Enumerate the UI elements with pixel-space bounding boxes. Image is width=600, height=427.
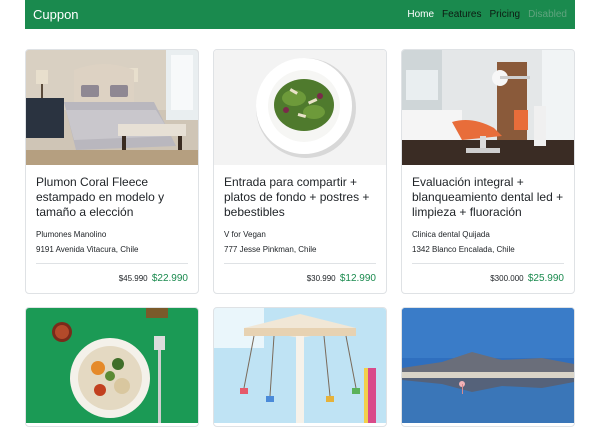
vendor-address: 1342 Blanco Encalada, Chile xyxy=(412,245,515,254)
food-bowl-photo[interactable] xyxy=(26,308,198,423)
brand-logo[interactable]: Cuppon xyxy=(33,7,399,22)
deal-title[interactable]: Plumon Coral Fleece estampado en modelo … xyxy=(36,175,188,222)
vendor-name: Plumones Manolino xyxy=(36,230,107,239)
navbar: Cuppon Home Features Pricing Disabled xyxy=(25,0,575,29)
nav-link-disabled: Disabled xyxy=(528,9,567,20)
discount-price: $25.990 xyxy=(527,273,564,284)
discount-price: $12.990 xyxy=(339,273,376,284)
vendor-name: Clinica dental Quijada xyxy=(412,230,490,239)
original-price: $30.990 xyxy=(306,274,336,283)
lake-landscape-photo[interactable] xyxy=(402,308,574,423)
discount-price: $22.990 xyxy=(151,273,188,284)
deal-title[interactable]: Evaluación integral + blanqueamiento den… xyxy=(412,175,564,222)
price-row: $30.990 $12.990 xyxy=(224,264,376,293)
deal-card[interactable]: Entrada para compartir + platos de fondo… xyxy=(213,49,387,294)
price-row: $45.990 $22.990 xyxy=(36,264,188,293)
price-row: $300.000 $25.990 xyxy=(412,264,564,293)
salad-plate-photo[interactable] xyxy=(214,50,386,165)
deal-title[interactable]: Entrada para compartir + platos de fondo… xyxy=(224,175,376,222)
vendor-name: V for Vegan xyxy=(224,230,266,239)
deal-card[interactable] xyxy=(213,307,387,427)
deal-card[interactable] xyxy=(25,307,199,427)
dental-office-photo[interactable] xyxy=(402,50,574,165)
deal-card[interactable]: Plumon Coral Fleece estampado en modelo … xyxy=(25,49,199,294)
vendor-address: 777 Jesse Pinkman, Chile xyxy=(224,245,317,254)
bedroom-photo[interactable] xyxy=(26,50,198,165)
nav-link-features[interactable]: Features xyxy=(442,9,481,20)
carousel-ride-photo[interactable] xyxy=(214,308,386,423)
original-price: $300.000 xyxy=(490,274,524,283)
nav-link-home[interactable]: Home xyxy=(407,9,434,20)
vendor-address: 9191 Avenida Vitacura, Chile xyxy=(36,245,139,254)
deal-card[interactable] xyxy=(401,307,575,427)
original-price: $45.990 xyxy=(118,274,148,283)
deal-card[interactable]: Evaluación integral + blanqueamiento den… xyxy=(401,49,575,294)
nav-link-pricing[interactable]: Pricing xyxy=(490,9,521,20)
